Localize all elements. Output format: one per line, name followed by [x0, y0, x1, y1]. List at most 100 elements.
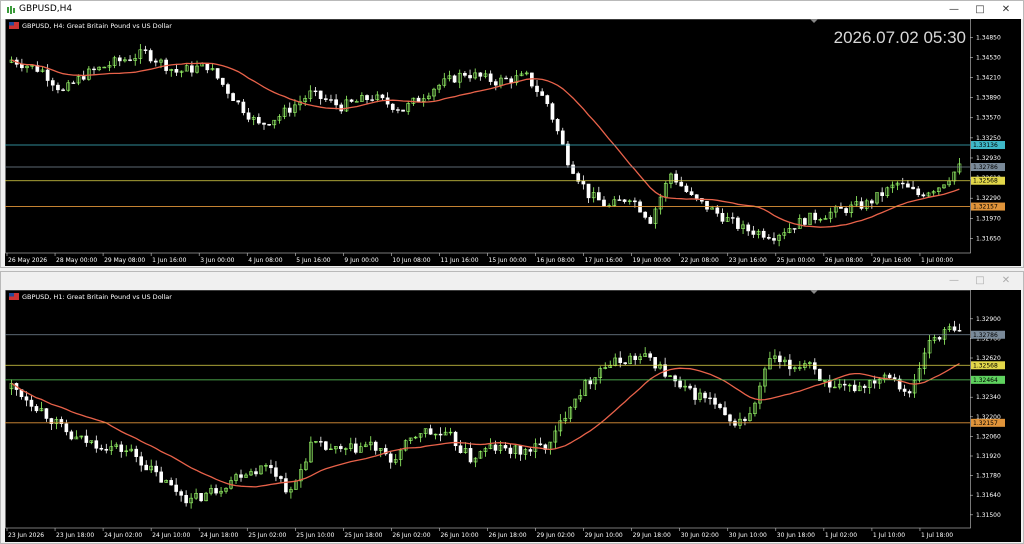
candle	[375, 91, 380, 103]
candle	[839, 202, 843, 209]
candle	[693, 384, 697, 405]
candle	[246, 108, 251, 123]
candle	[329, 443, 333, 450]
time-tick-label: 22 Jun 08:00	[681, 257, 719, 264]
candle	[792, 228, 797, 234]
candle	[66, 80, 71, 92]
candle	[153, 58, 158, 67]
candle	[143, 45, 148, 54]
chart-window-h4[interactable]: GBPUSD,H4 — □ ✕ GBPUSD, H4: Great Britai…	[0, 0, 1024, 268]
candle	[927, 334, 932, 359]
price-tick-label: 1.32930	[976, 155, 1001, 162]
flag-icon	[9, 22, 19, 29]
time-tick-label: 28 May 00:00	[56, 257, 97, 264]
candle	[442, 72, 447, 88]
candle	[159, 466, 163, 483]
candle	[633, 353, 637, 365]
candle	[220, 77, 225, 87]
candle	[457, 69, 462, 89]
candle	[138, 44, 143, 64]
chart-canvas-h1[interactable]: GBPUSD, H1: Great Britain Pound vs US Do…	[5, 290, 1021, 542]
chart-canvas-h4[interactable]: GBPUSD, H4: Great Britain Pound vs US Do…	[5, 19, 1021, 266]
candle	[199, 493, 203, 503]
candle	[548, 441, 553, 455]
candle	[319, 436, 323, 447]
time-tick-label: 1 Jul 02:00	[825, 532, 857, 539]
candle	[323, 94, 328, 103]
maximize-icon[interactable]: □	[967, 2, 993, 18]
candle	[902, 384, 907, 397]
price-level-label: 1.32464	[973, 377, 998, 384]
candle	[911, 181, 915, 190]
candle	[129, 444, 134, 453]
candle	[358, 442, 363, 453]
candle	[508, 444, 513, 459]
candle	[388, 451, 393, 469]
close-icon[interactable]: ✕	[993, 2, 1019, 18]
maximize-icon[interactable]: □	[967, 273, 993, 289]
price-level-label: 1.32786	[973, 164, 998, 171]
time-tick-label: 29 Jun 16:00	[873, 257, 911, 264]
candle	[952, 171, 957, 185]
candle	[743, 416, 747, 426]
candle	[205, 62, 210, 74]
chart-window-h1[interactable]: — □ ✕ GBPUSD, H1: Great Britain Pound vs…	[0, 271, 1024, 544]
candle	[438, 427, 443, 442]
candle	[596, 186, 601, 201]
candle	[123, 57, 127, 63]
candle	[343, 447, 348, 456]
candle	[179, 489, 183, 502]
candle	[473, 68, 478, 80]
candle	[827, 374, 832, 393]
candle	[84, 429, 89, 447]
window-titlebar[interactable]: — □ ✕	[1, 272, 1023, 290]
candle	[406, 100, 411, 115]
shift-marker	[810, 290, 818, 294]
candle	[363, 441, 368, 448]
price-chart-h1[interactable]: GBPUSD, H1: Great Britain Pound vs US Do…	[5, 290, 1021, 542]
candle	[149, 459, 153, 473]
candle	[689, 187, 694, 196]
candle	[71, 80, 76, 84]
time-tick-label: 5 Jun 16:00	[296, 257, 330, 264]
candle	[360, 92, 364, 102]
time-tick-label: 1 Jul 18:00	[921, 532, 953, 539]
candle	[761, 228, 766, 240]
candle	[772, 232, 776, 245]
candle	[708, 392, 712, 405]
candle	[926, 191, 931, 197]
candle	[723, 401, 727, 416]
candle	[299, 463, 303, 488]
candle	[538, 437, 543, 446]
candle	[694, 194, 699, 202]
candle	[787, 223, 792, 234]
candle	[931, 189, 936, 197]
candle	[602, 196, 606, 207]
window-titlebar[interactable]: GBPUSD,H4 — □ ✕	[1, 1, 1023, 19]
candle	[622, 199, 627, 204]
candle	[249, 468, 253, 477]
moving-average-line	[11, 59, 960, 228]
candle	[244, 472, 248, 478]
minimize-icon[interactable]: —	[941, 273, 967, 289]
candle	[560, 127, 565, 145]
close-icon[interactable]: ✕	[993, 273, 1019, 289]
time-tick-label: 29 Jun 02:00	[537, 532, 575, 539]
candle	[398, 448, 403, 467]
candle	[383, 444, 388, 456]
candle	[40, 66, 45, 73]
candle	[703, 390, 707, 403]
price-level-label: 1.32157	[973, 204, 998, 211]
time-tick-label: 26 Jun 18:00	[489, 532, 527, 539]
candle	[204, 491, 208, 502]
candle	[768, 351, 772, 370]
candle	[418, 433, 423, 443]
minimize-icon[interactable]: —	[941, 2, 967, 18]
candle	[875, 192, 879, 206]
candle	[803, 217, 807, 227]
time-tick-label: 3 Jun 00:00	[200, 257, 234, 264]
candle	[20, 58, 24, 72]
price-chart-h4[interactable]: GBPUSD, H4: Great Britain Pound vs US Do…	[5, 19, 1021, 266]
candle	[229, 476, 233, 490]
candle	[35, 61, 40, 73]
